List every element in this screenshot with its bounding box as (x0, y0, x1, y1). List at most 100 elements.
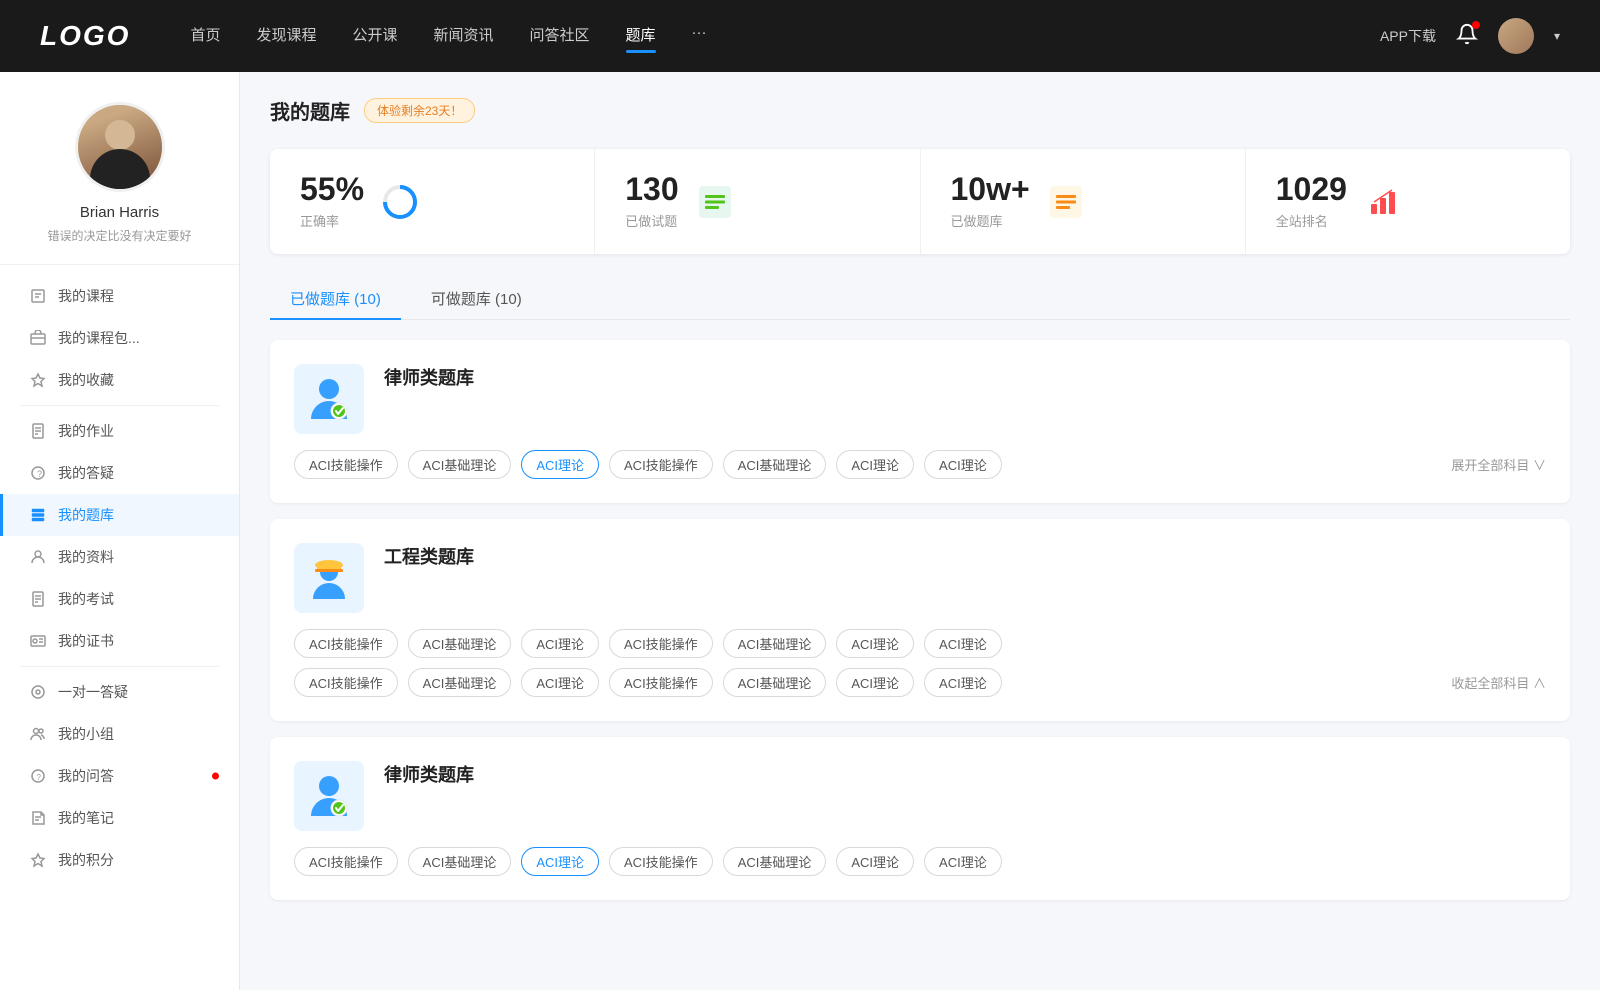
page-header: 我的题库 体验剩余23天！ (270, 96, 1570, 125)
sidebar-divider-1 (20, 405, 219, 406)
profile-icon (30, 549, 46, 565)
nav-questionbank[interactable]: 题库 (626, 24, 656, 49)
homework-icon (30, 423, 46, 439)
nav-news[interactable]: 新闻资讯 (434, 24, 494, 49)
course-icon (30, 288, 46, 304)
notification-dot (1472, 21, 1480, 29)
sidebar-item-questionbank[interactable]: 我的题库 (0, 494, 239, 536)
1on1-icon (30, 684, 46, 700)
tag-3-1[interactable]: ACI技能操作 (294, 847, 398, 876)
tag-1-2[interactable]: ACI基础理论 (408, 450, 512, 479)
tag-2-14[interactable]: ACI理论 (924, 668, 1002, 697)
sidebar-item-my-qa[interactable]: ? 我的问答 (0, 755, 239, 797)
certificate-icon (30, 633, 46, 649)
qbank-card-engineer-1: 工程类题库 ACI技能操作 ACI基础理论 ACI理论 ACI技能操作 ACI基… (270, 519, 1570, 721)
my-qa-icon: ? (30, 768, 46, 784)
expand-btn-1[interactable]: 展开全部科目 ∨ (1451, 455, 1546, 474)
tag-3-4[interactable]: ACI技能操作 (609, 847, 713, 876)
sidebar-item-homework[interactable]: 我的作业 (0, 410, 239, 452)
tag-1-5[interactable]: ACI基础理论 (723, 450, 827, 479)
tag-3-3[interactable]: ACI理论 (521, 847, 599, 876)
app-download-button[interactable]: APP下载 (1380, 26, 1436, 46)
tag-1-4[interactable]: ACI技能操作 (609, 450, 713, 479)
nav-home[interactable]: 首页 (190, 24, 220, 49)
tag-2-2[interactable]: ACI基础理论 (408, 629, 512, 658)
nav-discover[interactable]: 发现课程 (256, 24, 316, 49)
questionbank-icon (30, 507, 46, 523)
tag-2-6[interactable]: ACI理论 (836, 629, 914, 658)
nav-menu: 首页 发现课程 公开课 新闻资讯 问答社区 题库 ··· (190, 24, 1380, 49)
tag-3-6[interactable]: ACI理论 (836, 847, 914, 876)
bar-red-icon (1363, 182, 1403, 222)
qbank-tags-2-row2: ACI技能操作 ACI基础理论 ACI理论 ACI技能操作 ACI基础理论 AC… (294, 668, 1546, 697)
tag-2-3[interactable]: ACI理论 (521, 629, 599, 658)
tag-2-11[interactable]: ACI技能操作 (609, 668, 713, 697)
stat-done-banks-label: 已做题库 (951, 211, 1030, 230)
tag-3-2[interactable]: ACI基础理论 (408, 847, 512, 876)
nav-more[interactable]: ··· (692, 24, 707, 49)
lawyer-svg-2 (303, 770, 355, 822)
qbank-card-header-2: 工程类题库 (294, 543, 1546, 613)
sidebar-label-exam: 我的考试 (58, 589, 114, 609)
stat-rank: 1029 全站排名 (1246, 149, 1570, 254)
tag-2-12[interactable]: ACI基础理论 (723, 668, 827, 697)
sidebar-item-qa[interactable]: ? 我的答疑 (0, 452, 239, 494)
tag-2-9[interactable]: ACI基础理论 (408, 668, 512, 697)
qa-icon: ? (30, 465, 46, 481)
tag-1-1[interactable]: ACI技能操作 (294, 450, 398, 479)
collapse-btn-2[interactable]: 收起全部科目 ∧ (1451, 673, 1546, 692)
sidebar-item-certificate[interactable]: 我的证书 (0, 620, 239, 662)
tag-2-7[interactable]: ACI理论 (924, 629, 1002, 658)
tag-2-13[interactable]: ACI理论 (836, 668, 914, 697)
svg-text:?: ? (37, 773, 42, 782)
tab-done[interactable]: 已做题库 (10) (270, 278, 401, 319)
sidebar-item-course-package[interactable]: 我的课程包... (0, 317, 239, 359)
sidebar-item-points[interactable]: 我的积分 (0, 839, 239, 881)
stat-accuracy: 55% 正确率 (270, 149, 595, 254)
sidebar-item-exam[interactable]: 我的考试 (0, 578, 239, 620)
qbank-icon-lawyer-2 (294, 761, 364, 831)
main-content: 我的题库 体验剩余23天！ 55% 正确率 (240, 72, 1600, 990)
svg-text:?: ? (37, 469, 42, 479)
tag-1-6[interactable]: ACI理论 (836, 450, 914, 479)
sidebar-label-favorites: 我的收藏 (58, 370, 114, 390)
star-icon (30, 372, 46, 388)
sidebar-item-profile[interactable]: 我的资料 (0, 536, 239, 578)
sidebar-item-notes[interactable]: 我的笔记 (0, 797, 239, 839)
stat-accuracy-label: 正确率 (300, 211, 364, 230)
notification-bell[interactable] (1456, 23, 1478, 50)
tag-2-5[interactable]: ACI基础理论 (723, 629, 827, 658)
tag-2-4[interactable]: ACI技能操作 (609, 629, 713, 658)
stat-rank-value: 1029 (1276, 173, 1347, 205)
stat-accuracy-value: 55% (300, 173, 364, 205)
nav-opencourse[interactable]: 公开课 (352, 24, 397, 49)
sidebar-label-homework: 我的作业 (58, 421, 114, 441)
avatar[interactable] (1498, 18, 1534, 54)
tag-2-8[interactable]: ACI技能操作 (294, 668, 398, 697)
tag-1-3[interactable]: ACI理论 (521, 450, 599, 479)
sidebar-username: Brian Harris (80, 204, 159, 221)
nav-qa[interactable]: 问答社区 (530, 24, 590, 49)
tag-1-7[interactable]: ACI理论 (924, 450, 1002, 479)
sidebar-item-favorites[interactable]: 我的收藏 (0, 359, 239, 401)
sidebar-item-group[interactable]: 我的小组 (0, 713, 239, 755)
qbank-icon-engineer-1 (294, 543, 364, 613)
sidebar-item-my-course[interactable]: 我的课程 (0, 275, 239, 317)
navbar: LOGO 首页 发现课程 公开课 新闻资讯 问答社区 题库 ··· APP下载 … (0, 0, 1600, 72)
qbank-name-2: 工程类题库 (384, 543, 474, 569)
stat-done-banks-value: 10w+ (951, 173, 1030, 205)
tag-3-7[interactable]: ACI理论 (924, 847, 1002, 876)
tag-3-5[interactable]: ACI基础理论 (723, 847, 827, 876)
tag-2-1[interactable]: ACI技能操作 (294, 629, 398, 658)
page-layout: Brian Harris 错误的决定比没有决定要好 我的课程 我的课程包... (0, 0, 1600, 990)
qbank-card-header-1: 律师类题库 (294, 364, 1546, 434)
avatar-dropdown-arrow[interactable]: ▾ (1554, 29, 1560, 43)
sidebar-item-1on1[interactable]: 一对一答疑 (0, 671, 239, 713)
logo[interactable]: LOGO (40, 20, 130, 52)
tab-available[interactable]: 可做题库 (10) (411, 278, 542, 319)
sidebar-label-1on1: 一对一答疑 (58, 682, 128, 702)
package-icon (30, 330, 46, 346)
accuracy-chart-icon (380, 182, 420, 222)
qbank-name-3: 律师类题库 (384, 761, 474, 787)
tag-2-10[interactable]: ACI理论 (521, 668, 599, 697)
